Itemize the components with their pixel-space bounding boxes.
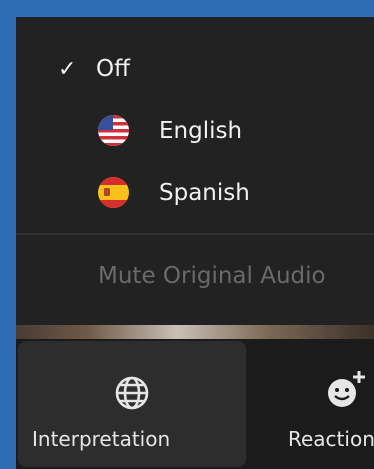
interpretation-menu: ✓ Off English Spanish Mute Original Audi… [16,17,374,325]
mute-original-audio-item: Mute Original Audio [98,263,326,289]
us-flag-icon [98,115,129,146]
checkmark-icon: ✓ [58,56,77,82]
menu-item-spanish-label: Spanish [159,180,250,206]
reactions-button[interactable]: Reactions [262,341,374,467]
menu-item-english-label: English [159,118,243,144]
globe-icon [114,375,150,415]
menu-item-off[interactable]: ✓ Off [16,39,374,99]
menu-item-spanish[interactable]: Spanish [16,163,374,223]
add-reaction-icon [326,369,370,417]
meeting-toolbar: Interpretation Reactions [16,339,374,469]
interpretation-label: Interpretation [32,427,171,451]
interpretation-button[interactable]: Interpretation [18,341,246,467]
app-window: ✓ Off English Spanish Mute Original Audi… [16,17,374,469]
video-preview-strip [16,325,374,339]
menu-item-english[interactable]: English [16,101,374,161]
spain-flag-icon [98,177,129,208]
menu-divider [16,233,374,235]
reactions-label: Reactions [288,427,374,451]
menu-item-off-label: Off [96,56,130,82]
